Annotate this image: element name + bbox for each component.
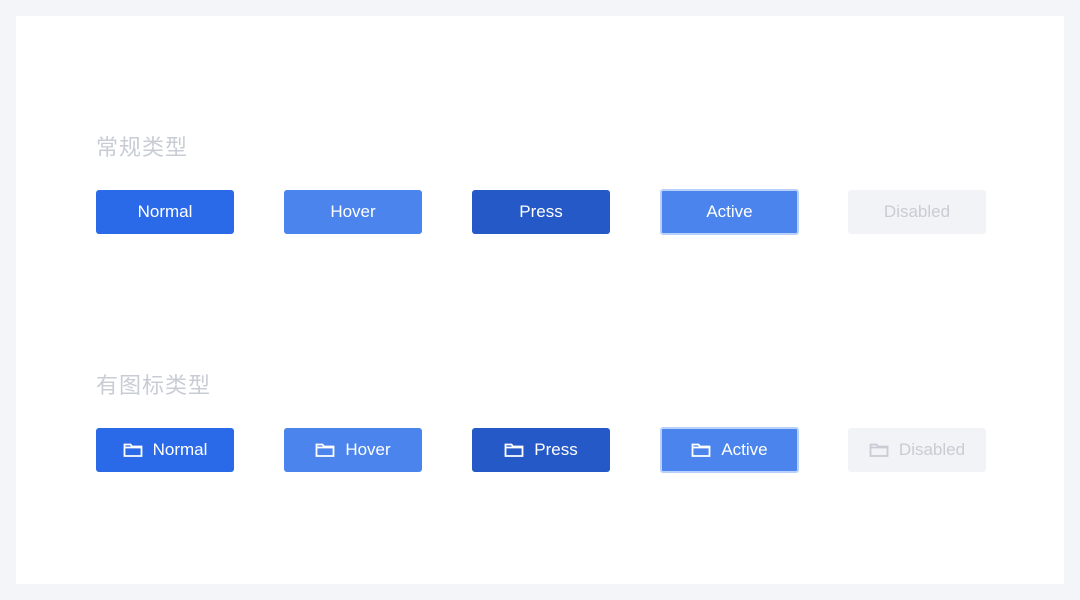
normal-button[interactable]: Normal	[96, 190, 234, 234]
button-label: Hover	[330, 202, 376, 221]
press-button[interactable]: Press	[472, 190, 610, 234]
folder-icon	[691, 442, 711, 458]
active-icon-button[interactable]: Active	[660, 427, 799, 473]
folder-icon	[504, 442, 524, 458]
button-label: Active	[706, 202, 753, 221]
normal-icon-button[interactable]: Normal	[96, 428, 234, 472]
folder-icon	[123, 442, 143, 458]
section-title-with-icon: 有图标类型	[96, 374, 212, 399]
button-label: Hover	[345, 440, 391, 459]
button-label: Active	[721, 440, 768, 459]
button-label: Normal	[152, 440, 208, 459]
hover-button[interactable]: Hover	[284, 190, 422, 234]
button-label: Press	[519, 202, 563, 221]
press-icon-button[interactable]: Press	[472, 428, 610, 472]
canvas-card	[16, 16, 1064, 584]
button-label: Disabled	[883, 202, 951, 221]
hover-icon-button[interactable]: Hover	[284, 428, 422, 472]
section-title-regular: 常规类型	[96, 136, 189, 161]
folder-icon	[869, 442, 889, 458]
button-label: Normal	[137, 202, 193, 221]
button-label: Press	[534, 440, 578, 459]
folder-icon	[315, 442, 335, 458]
disabled-button[interactable]: Disabled	[848, 190, 986, 234]
button-label: Disabled	[898, 440, 966, 459]
disabled-icon-button[interactable]: Disabled	[848, 428, 986, 472]
active-button[interactable]: Active	[660, 189, 799, 235]
